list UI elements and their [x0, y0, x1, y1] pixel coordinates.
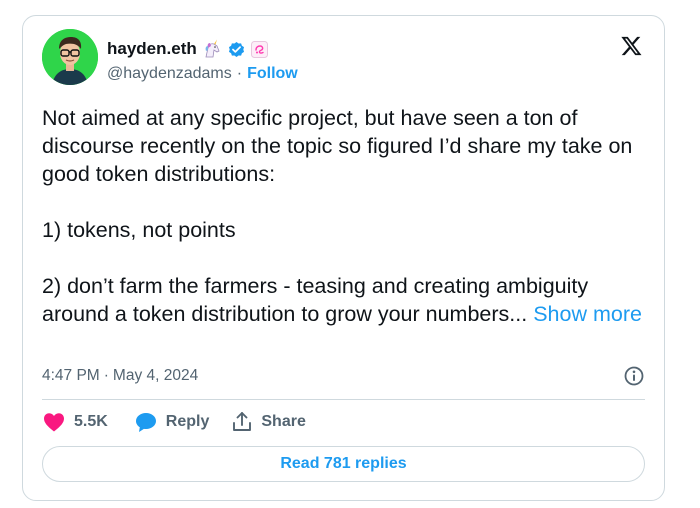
unicorn-icon [202, 39, 222, 59]
avatar[interactable] [42, 29, 98, 85]
like-button[interactable]: 5.5K [42, 411, 108, 433]
share-icon [231, 411, 253, 433]
avatar-portrait-icon [42, 29, 98, 85]
tweet-time: 4:47 PM [42, 367, 100, 384]
tweet-timestamp[interactable]: 4:47 PM · May 4, 2024 [42, 365, 642, 387]
tweet-paragraph: 1) tokens, not points [42, 218, 236, 242]
x-logo-icon[interactable] [620, 35, 643, 57]
tweet-date: May 4, 2024 [112, 367, 199, 384]
separator-dot: · [236, 65, 243, 82]
author-name-row: hayden.eth [107, 38, 268, 60]
tweet-actions: 5.5K Reply Share [42, 409, 306, 435]
reply-label: Reply [165, 413, 210, 430]
read-replies-label: Read 781 replies [280, 455, 407, 472]
follow-button[interactable]: Follow [247, 65, 298, 83]
tweet-text: Not aimed at any specific project, but h… [42, 104, 652, 328]
reply-button[interactable]: Reply [134, 411, 210, 433]
read-replies-button[interactable]: Read 781 replies [42, 446, 645, 482]
heart-icon [42, 411, 66, 433]
embedded-tweet-card[interactable]: hayden.eth @haydenzadams · Follow Not ai… [22, 15, 665, 501]
verified-badge-icon[interactable] [227, 40, 246, 59]
tweet-paragraph: Not aimed at any specific project, but h… [42, 106, 639, 186]
share-button[interactable]: Share [231, 411, 306, 433]
author-handle-row: @haydenzadams · Follow [107, 64, 298, 84]
author-display-name[interactable]: hayden.eth [107, 39, 197, 59]
like-count: 5.5K [74, 413, 108, 430]
separator-dot: · [103, 367, 109, 384]
tweet-paragraph-text: 2) don’t farm the farmers - teasing and … [42, 274, 595, 326]
show-more-link[interactable]: Show more [533, 302, 642, 326]
author-handle[interactable]: @haydenzadams [107, 65, 232, 83]
reply-bubble-icon [134, 411, 158, 433]
divider [42, 399, 645, 400]
info-icon[interactable] [623, 365, 645, 387]
tweet-paragraph: 2) don’t farm the farmers - teasing and … [42, 272, 652, 328]
affiliate-badge-icon[interactable] [250, 40, 268, 58]
share-label: Share [261, 413, 306, 430]
